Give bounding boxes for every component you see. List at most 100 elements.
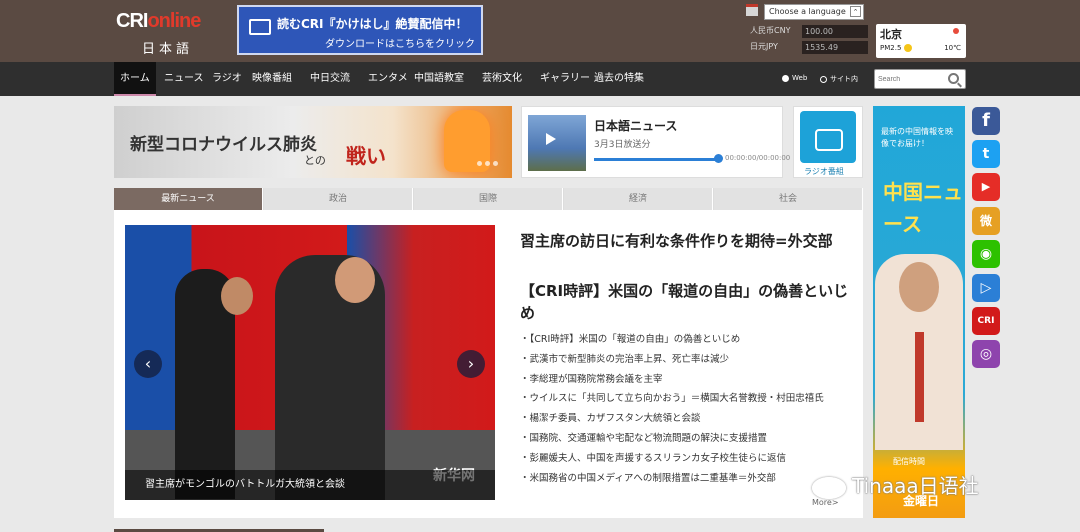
calendar-icon	[746, 4, 758, 16]
wechat-bubble-icon	[812, 476, 846, 499]
next-arrow-icon[interactable]: ›	[457, 350, 485, 378]
weather-widget[interactable]: 北京 PM2.5 10℃	[876, 24, 966, 58]
radio-icon-box	[800, 111, 856, 163]
play-icon[interactable]	[546, 133, 556, 145]
play-icon[interactable]: ▷	[972, 274, 1000, 302]
kakehashi-banner[interactable]: 読むCRI『かけはし』絶賛配信中！ ダウンロードはこちらをクリック	[237, 5, 483, 55]
list-item[interactable]: ・国務院、交通運輸や宅配など物流問題の解決に支援措置	[520, 429, 850, 449]
ad-title: 中国ニュース	[883, 180, 963, 236]
wechat-icon[interactable]: ◉	[972, 240, 1000, 268]
nav-item-art-culture[interactable]: 芸術文化	[482, 62, 522, 96]
more-link[interactable]: More>	[812, 498, 839, 507]
cri-icon[interactable]: CRI	[972, 307, 1000, 335]
nav-item-entertainment[interactable]: エンタメ	[368, 62, 408, 96]
youtube-icon[interactable]: ▶	[972, 173, 1000, 201]
radio-program-tile[interactable]: ラジオ番組	[793, 106, 863, 178]
nav-item-gallery[interactable]: ギャラリー	[540, 62, 590, 96]
banner-line2: ダウンロードはこちらをクリック	[325, 39, 475, 50]
laptop-icon	[249, 19, 271, 35]
tab-economy[interactable]: 経済	[564, 188, 713, 210]
photo-face-right	[335, 257, 375, 303]
rate-label: 日元JPY	[750, 42, 778, 51]
nav-item-video[interactable]: 映像番組	[252, 62, 292, 96]
chevron-down-icon: ⌃	[850, 6, 861, 17]
search-icon[interactable]	[948, 73, 959, 84]
tab-politics[interactable]: 政治	[264, 188, 413, 210]
news-tabs: 最新ニュース 政治 国際 経済 社会	[114, 188, 863, 210]
nav-item-radio[interactable]: ラジオ	[212, 62, 242, 96]
player-time: 00:00:00/00:00:00	[725, 154, 791, 162]
list-item[interactable]: ・楊潔チ委員、カザフスタン大統領と会談	[520, 409, 850, 429]
dot-icon[interactable]	[493, 161, 498, 166]
tab-society[interactable]: 社会	[714, 188, 863, 210]
list-item[interactable]: ・米国務省の中国メディアへの制限措置は二重基準＝外交部	[520, 469, 850, 489]
china-news-ad[interactable]: 最新の中国情報を映像でお届け！ 中国ニュース 配信時間 金曜日	[873, 106, 965, 518]
player-progress-handle[interactable]	[714, 154, 723, 163]
player-title[interactable]: 日本語ニュース	[594, 117, 677, 134]
pm25-text: PM2.5	[880, 44, 902, 52]
headline-1[interactable]: 習主席の訪日に有利な条件作りを期待=外交部	[520, 230, 850, 252]
prev-arrow-icon[interactable]: ‹	[134, 350, 162, 378]
search-box[interactable]	[874, 69, 966, 89]
ad-schedule-label: 配信時間	[893, 457, 925, 466]
news-content: 新华网 習主席がモンゴルのバトトルガ大統領と会談 ‹ › 習主席の訪日に有利な条…	[114, 210, 863, 518]
logo-text-online: online	[147, 10, 201, 32]
radio-dot-off	[820, 75, 827, 83]
search-input[interactable]	[878, 73, 944, 86]
watermark: Tinaaa日语社	[812, 470, 979, 499]
list-item[interactable]: ・李総理が国務院常務会議を主宰	[520, 370, 850, 390]
photo-caption[interactable]: 習主席がモンゴルのバトトルガ大統領と会談	[125, 470, 495, 500]
pm25-label: PM2.5	[880, 44, 912, 52]
podcast-icon[interactable]: ◎	[972, 340, 1000, 368]
rate-value: 1535.49	[802, 41, 868, 54]
headline-photo[interactable]: 新华网 習主席がモンゴルのバトトルガ大統領と会談	[125, 225, 495, 500]
dot-icon[interactable]	[477, 161, 482, 166]
nav-item-home[interactable]: ホーム	[114, 62, 156, 96]
list-item[interactable]: ・ウイルスに「共同して立ち向かおう」＝横国大名誉教授・村田忠禧氏	[520, 389, 850, 409]
nav-item-chinese-class[interactable]: 中国語教室	[414, 62, 464, 96]
list-item[interactable]: ・彭麗媛夫人、中国を声援するスリランカ女子校生徒らに返信	[520, 449, 850, 469]
covid-fight: 戦い	[346, 144, 386, 168]
player-progress[interactable]	[594, 158, 718, 161]
weather-city: 北京	[880, 28, 902, 41]
facebook-icon[interactable]: f	[972, 107, 1000, 135]
twitter-icon[interactable]: t	[972, 140, 1000, 168]
radio-site[interactable]: サイト内	[820, 74, 858, 84]
covid-to: との	[304, 154, 326, 167]
radio-site-label: サイト内	[830, 75, 858, 83]
sun-icon	[953, 28, 959, 34]
dot-icon[interactable]	[485, 161, 490, 166]
covid-banner[interactable]: 新型コロナウイルス肺炎 との 戦い	[114, 106, 512, 178]
list-item[interactable]: ・【CRI時評】米国の「報道の自由」の偽善といじめ	[520, 330, 850, 350]
weibo-icon[interactable]: 微	[972, 207, 1000, 235]
rate-label: 人民币CNY	[750, 26, 791, 35]
tab-international[interactable]: 国際	[414, 188, 563, 210]
cri-logo[interactable]: CRIonline 日本語	[114, 8, 230, 57]
nav-item-archive[interactable]: 過去の特集	[594, 62, 644, 96]
presenter-tie	[915, 332, 924, 422]
air-quality-icon	[903, 44, 912, 52]
ad-tagline: 最新の中国情報を映像でお届け！	[881, 127, 953, 148]
nav-item-news[interactable]: ニュース	[164, 62, 204, 96]
rate-jpy: 日元JPY 1535.49	[750, 41, 868, 55]
language-select[interactable]: Choose a language ⌃	[764, 4, 864, 20]
logo-subtitle: 日本語	[142, 42, 194, 57]
language-select-value: Choose a language	[769, 7, 846, 16]
nav-item-exchange[interactable]: 中日交流	[310, 62, 350, 96]
carousel-dots[interactable]	[474, 156, 498, 169]
radio-web[interactable]: Web	[782, 74, 807, 82]
player-date: 3月3日放送分	[594, 140, 651, 150]
photo-face-left	[221, 277, 253, 315]
audio-player: 日本語ニュース 3月3日放送分 00:00:00/00:00:00	[521, 106, 790, 178]
weather-temp: 10℃	[944, 44, 961, 52]
news-list: ・【CRI時評】米国の「報道の自由」の偽善といじめ ・武漢市で新型肺炎の完治率上…	[520, 330, 850, 488]
player-thumbnail[interactable]	[528, 115, 586, 171]
site-header: CRIonline 日本語 読むCRI『かけはし』絶賛配信中！ ダウンロードはこ…	[0, 0, 1080, 62]
list-item[interactable]: ・武漢市で新型肺炎の完治率上昇、死亡率は減少	[520, 350, 850, 370]
radio-icon	[815, 129, 843, 151]
headline-2[interactable]: 【CRI時評】米国の「報道の自由」の偽善といじめ	[520, 280, 850, 324]
covid-title: 新型コロナウイルス肺炎	[130, 135, 317, 155]
tab-latest[interactable]: 最新ニュース	[114, 188, 263, 210]
radio-tile-label: ラジオ番組	[804, 167, 844, 176]
radio-dot-on	[782, 74, 789, 82]
